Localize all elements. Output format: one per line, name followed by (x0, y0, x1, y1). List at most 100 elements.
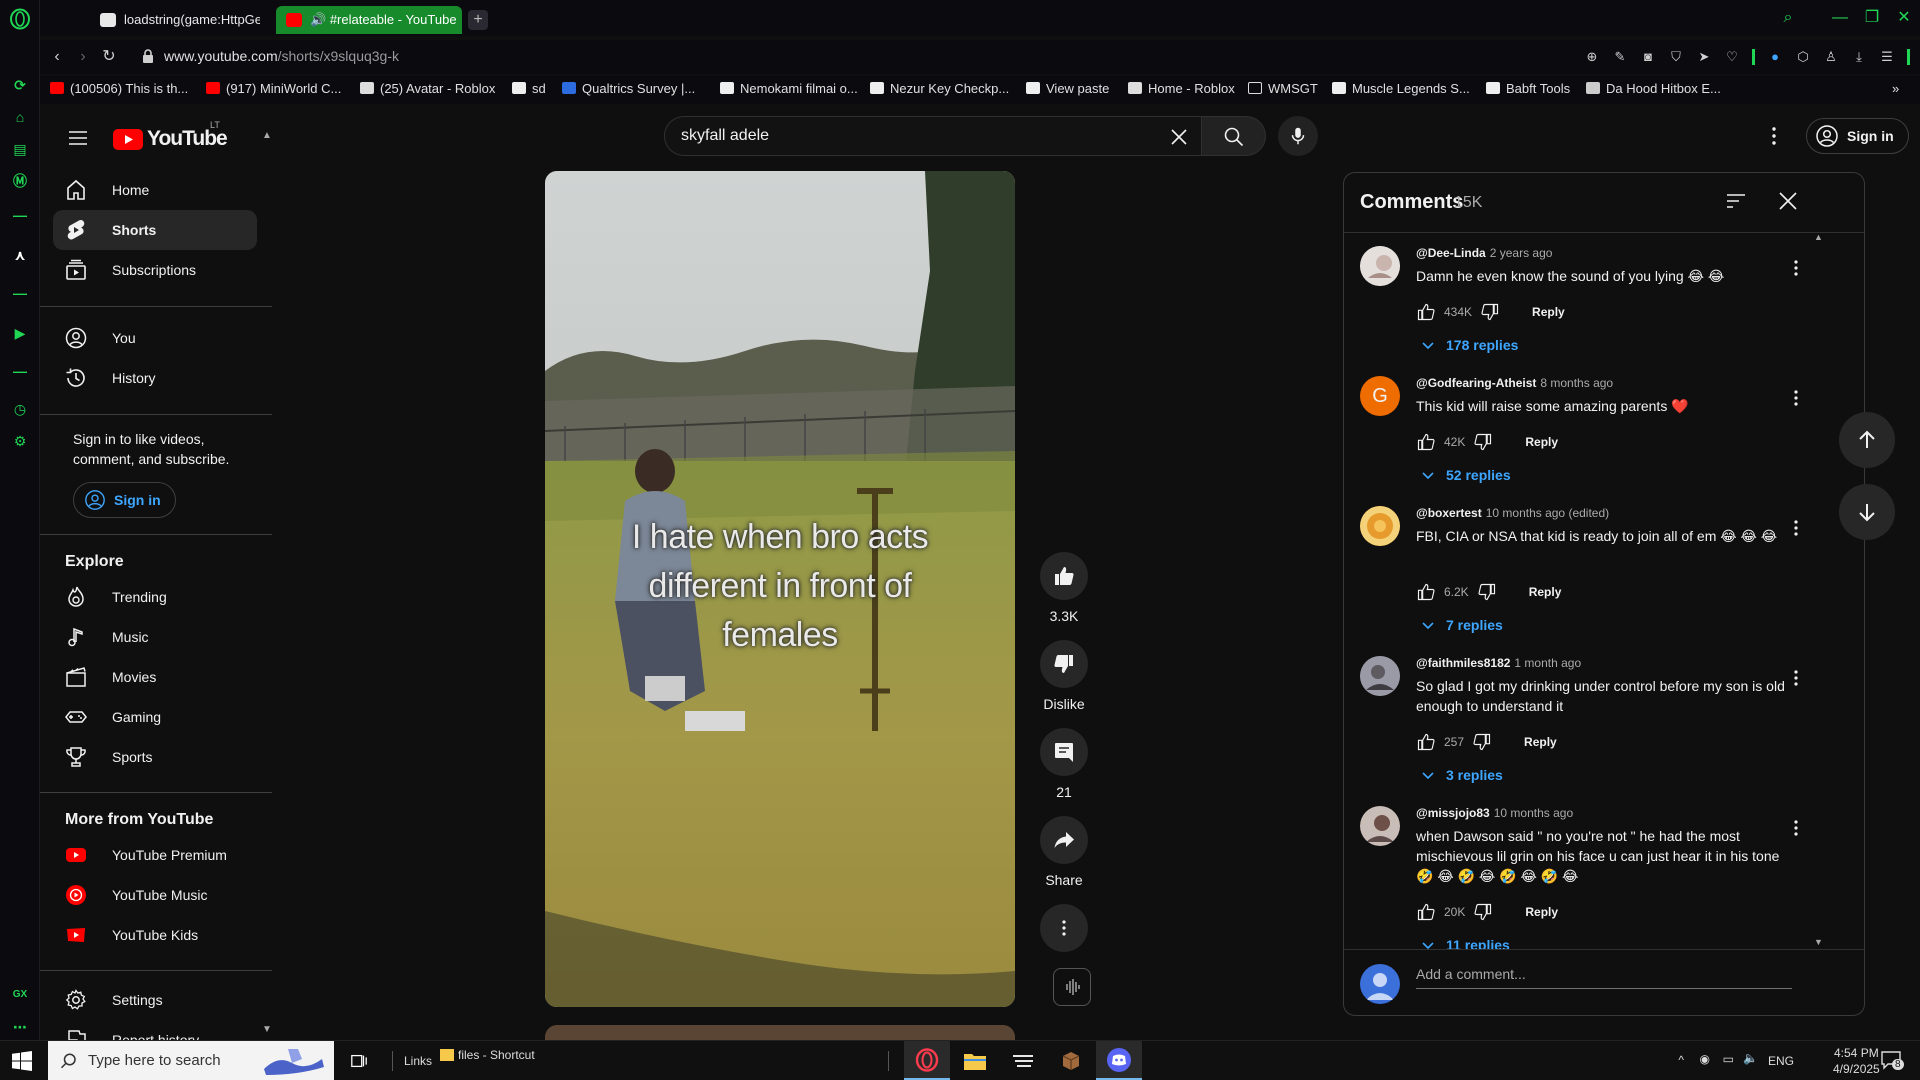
avatar[interactable] (1360, 506, 1400, 546)
share-button[interactable] (1040, 816, 1088, 864)
notification-center-button[interactable]: 8 (1880, 1049, 1906, 1073)
view-replies-button[interactable]: 11 replies (1420, 933, 1510, 950)
sidebar-item-subscriptions[interactable]: Subscriptions (53, 250, 257, 290)
system-clock[interactable]: 4:54 PM 4/9/2025 (1833, 1045, 1880, 1077)
voice-search-button[interactable] (1278, 116, 1318, 156)
add-comment-input[interactable] (1416, 966, 1792, 989)
avatar[interactable] (1360, 806, 1400, 846)
like-icon[interactable] (1416, 902, 1436, 922)
bookmark[interactable]: Nemokami filmai o... (720, 81, 858, 96)
close-icon[interactable] (1776, 189, 1800, 213)
reply-button[interactable]: Reply (1524, 735, 1557, 749)
hamburger-menu-icon[interactable] (66, 126, 90, 150)
language-indicator[interactable]: ENG (1768, 1054, 1794, 1068)
back-button[interactable]: ‹ (46, 46, 68, 68)
shield-icon[interactable]: ⛉ (1668, 49, 1684, 65)
comment-menu-icon[interactable] (1784, 816, 1808, 840)
avatar[interactable] (1360, 656, 1400, 696)
sound-button[interactable] (1053, 968, 1091, 1006)
search-button[interactable] (1202, 116, 1266, 156)
taskbar-discord[interactable] (1096, 1041, 1142, 1080)
dislike-icon[interactable] (1477, 582, 1497, 602)
taskbar-opera-gx[interactable] (904, 1041, 950, 1080)
dislike-icon[interactable] (1472, 732, 1492, 752)
extension-icon[interactable]: ⋏ (9, 244, 31, 266)
view-replies-button[interactable]: 3 replies (1420, 763, 1503, 787)
bookmark-folder[interactable]: WMSGT (1248, 81, 1318, 96)
bookmark[interactable]: View paste (1026, 81, 1109, 96)
discord-tray-icon[interactable]: ◉ (1700, 1052, 1710, 1066)
taskbar-app-stripes[interactable] (1000, 1041, 1046, 1080)
comment-time[interactable]: 1 month ago (1514, 656, 1581, 670)
comment-menu-icon[interactable] (1784, 516, 1808, 540)
comment-time[interactable]: 2 years ago (1490, 246, 1553, 260)
search-input[interactable] (681, 127, 1141, 145)
volume-icon[interactable]: 🔈 (1743, 1051, 1758, 1065)
cube-icon[interactable]: ⬡ (1795, 49, 1811, 65)
maximize-button[interactable]: ❐ (1856, 0, 1888, 36)
like-button[interactable] (1040, 552, 1088, 600)
minimize-button[interactable]: — (1824, 0, 1856, 36)
dislike-icon[interactable] (1480, 302, 1500, 322)
reload-button[interactable]: ↻ (98, 46, 120, 68)
sidebar-item-shorts[interactable]: Shorts (53, 210, 257, 250)
signin-button[interactable]: Sign in (1806, 118, 1909, 154)
new-tab-button[interactable]: + (468, 10, 488, 30)
avatar[interactable] (1360, 246, 1400, 286)
bookmark[interactable]: Qualtrics Survey |... (562, 81, 695, 96)
bookmark[interactable]: sd (512, 81, 546, 96)
sidebar-item-home[interactable]: Home (53, 170, 257, 210)
links-toolbar[interactable]: Links (404, 1054, 432, 1068)
close-window-button[interactable]: ✕ (1888, 0, 1920, 36)
sidebar-item-trending[interactable]: Trending (53, 577, 257, 617)
scroll-up-icon[interactable]: ▲ (262, 130, 272, 141)
show-hidden-icons[interactable]: ^ (1678, 1053, 1684, 1067)
url-field[interactable]: www.youtube.com/shorts/x9slquq3g-k (164, 48, 399, 64)
comments-button[interactable] (1040, 728, 1088, 776)
view-replies-button[interactable]: 178 replies (1420, 333, 1518, 357)
sidebar-item-youtube-kids[interactable]: YouTube Kids (53, 915, 257, 955)
view-replies-button[interactable]: 52 replies (1420, 463, 1511, 487)
settings-sidebar-icon[interactable]: ⚙ (9, 430, 31, 452)
search-tabs-icon[interactable]: ⌕ (1772, 0, 1804, 36)
like-icon[interactable] (1416, 582, 1436, 602)
sidebar-item-music[interactable]: Music (53, 617, 257, 657)
comment-author[interactable]: @Godfearing-Atheist (1416, 376, 1536, 390)
comment-time[interactable]: 10 months ago (1494, 806, 1573, 820)
dislike-icon[interactable] (1473, 902, 1493, 922)
bookmark[interactable]: (917) MiniWorld C... (206, 81, 341, 96)
windows-start-icon[interactable] (12, 1051, 32, 1071)
opera-logo-icon[interactable] (9, 8, 31, 30)
sort-icon[interactable] (1724, 189, 1748, 213)
comment-author[interactable]: @boxertest (1416, 506, 1482, 520)
task-view-button[interactable] (336, 1041, 382, 1080)
dislike-button[interactable] (1040, 640, 1088, 688)
reply-button[interactable]: Reply (1525, 435, 1558, 449)
comment-menu-icon[interactable] (1784, 386, 1808, 410)
bookmark[interactable]: Home - Roblox (1128, 81, 1235, 96)
like-icon[interactable] (1416, 432, 1436, 452)
more-bookmarks-icon[interactable]: » (1892, 81, 1899, 96)
bookmark[interactable]: Babft Tools (1486, 81, 1570, 96)
clear-search-icon[interactable] (1167, 125, 1191, 149)
shorts-video-player[interactable]: I hate when bro acts different in front … (545, 171, 1015, 1007)
comment-time[interactable]: 8 months ago (1540, 376, 1613, 390)
menu-icon[interactable]: ☰ (1879, 49, 1895, 65)
sidebar-item-settings[interactable]: Settings (53, 980, 257, 1020)
more-options-icon[interactable] (1762, 124, 1786, 148)
reply-button[interactable]: Reply (1525, 905, 1558, 919)
like-icon[interactable] (1416, 302, 1436, 322)
send-icon[interactable]: ➤ (1696, 49, 1712, 65)
vpn-icon[interactable]: ● (1767, 49, 1783, 65)
like-icon[interactable] (1416, 732, 1436, 752)
taskbar-file-explorer[interactable] (952, 1041, 998, 1080)
more-sidebar-icon[interactable]: ⋯ (9, 1016, 31, 1038)
tab-youtube[interactable]: 🔊 #relateable - YouTube (276, 6, 462, 34)
comment-author[interactable]: @faithmiles8182 (1416, 656, 1510, 670)
taskbar-winrar[interactable] (1048, 1041, 1094, 1080)
zoom-icon[interactable]: ⊕ (1584, 49, 1600, 65)
sidebar-item-history[interactable]: History (53, 358, 257, 398)
network-icon[interactable]: ▭ (1723, 1052, 1734, 1066)
reply-button[interactable]: Reply (1532, 305, 1565, 319)
bookmark[interactable]: Da Hood Hitbox E... (1586, 81, 1721, 96)
